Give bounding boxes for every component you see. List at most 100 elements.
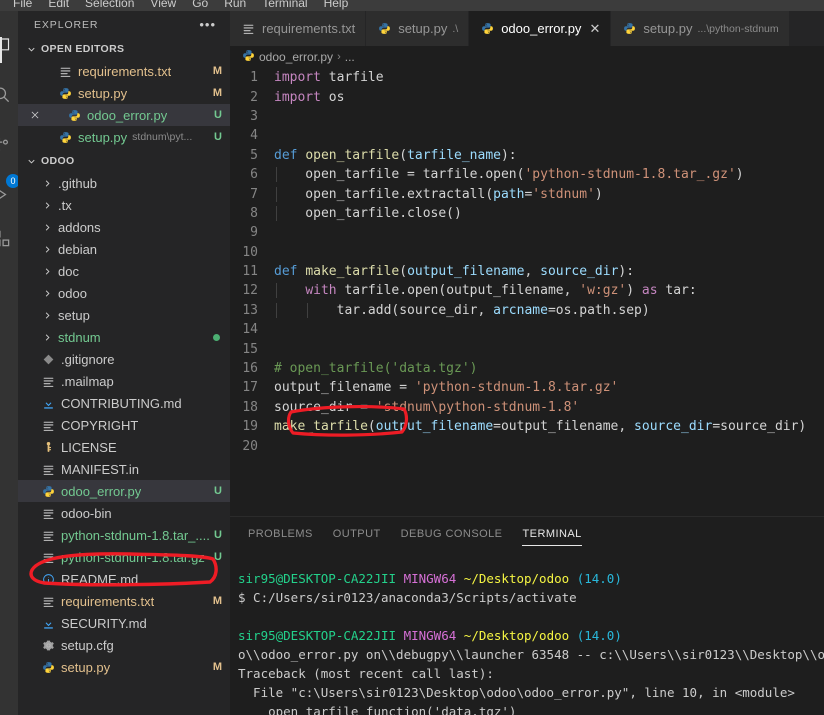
git-status-badge: M: [212, 595, 222, 607]
python-icon: [57, 87, 74, 100]
indent-guide: [276, 186, 277, 202]
editor-tab[interactable]: odoo_error.py ✕: [469, 11, 612, 46]
tree-file-item[interactable]: setup.py M: [18, 656, 230, 678]
tree-file-item[interactable]: .gitignore: [18, 348, 230, 370]
source-control-icon[interactable]: [0, 129, 16, 159]
tree-item-label: python-stdnum-1.8.tar.gz: [61, 549, 205, 565]
open-editor-item[interactable]: requirements.txt M: [18, 60, 230, 82]
python-icon: [621, 22, 638, 35]
tree-file-item[interactable]: LICENSE: [18, 436, 230, 458]
code-token: tarfile: [320, 70, 384, 86]
terminal-text: ~/Desktop/odoo: [463, 571, 577, 586]
tree-folder-item[interactable]: odoo: [18, 282, 230, 304]
sidebar-more-actions-icon[interactable]: •••: [199, 18, 216, 31]
menu-help[interactable]: Help: [316, 0, 357, 11]
tree-file-item[interactable]: COPYRIGHT: [18, 414, 230, 436]
menu-go[interactable]: Go: [184, 0, 216, 11]
text-file-icon: [240, 22, 257, 35]
code-editor[interactable]: 1 import tarfile 2 import os 3 4 5 def open_tar…: [230, 68, 824, 516]
code-token: (: [367, 419, 376, 435]
tree-item-label: odoo: [58, 285, 87, 301]
tree-folder-item[interactable]: setup: [18, 304, 230, 326]
chevron-right-icon: [40, 200, 54, 211]
editor-tab[interactable]: requirements.txt: [230, 11, 367, 46]
code-line: 6 open_tarfile = tarfile.open('python-st…: [230, 165, 824, 184]
workspace-header[interactable]: ODOO: [18, 150, 230, 172]
explorer-icon[interactable]: [0, 29, 16, 59]
python-icon: [40, 485, 57, 498]
menu-view[interactable]: View: [142, 0, 184, 11]
python-icon: [479, 22, 496, 35]
code-token: tarfile.open(output_filename,: [336, 283, 580, 299]
line-number: 7: [250, 186, 258, 202]
python-icon: [57, 131, 74, 144]
editor-tab[interactable]: setup.py .\: [366, 11, 470, 46]
panel-tab-output[interactable]: OUTPUT: [323, 517, 391, 552]
search-icon[interactable]: [0, 79, 16, 109]
open-editors-header[interactable]: OPEN EDITORS: [18, 38, 230, 60]
terminal-text: o\\odoo_error.py on\\debugpy\\launcher 6…: [238, 647, 824, 662]
line-number: 14: [242, 322, 258, 338]
menu-terminal[interactable]: Terminal: [254, 0, 315, 11]
indent-guide: [276, 167, 277, 183]
git-status-badge: M: [212, 87, 222, 99]
tree-file-item[interactable]: setup.cfg: [18, 634, 230, 656]
tree-folder-item[interactable]: addons: [18, 216, 230, 238]
breadcrumb-file[interactable]: odoo_error.py: [259, 50, 333, 64]
workspace-label: ODOO: [41, 155, 75, 167]
tree-folder-item[interactable]: .tx: [18, 194, 230, 216]
tree-file-item[interactable]: python-stdnum-1.8.tar_.... U: [18, 524, 230, 546]
terminal-text: $ C:/Users/sir0123/anaconda3/Scripts/act…: [238, 590, 577, 605]
code-token: # open_tarfile('data.tgz'): [274, 361, 478, 377]
terminal-text: MINGW64: [403, 628, 464, 643]
panel-tab-bar: PROBLEMS OUTPUT DEBUG CONSOLE TERMINAL: [230, 517, 824, 552]
open-editor-item[interactable]: odoo_error.py U: [18, 104, 230, 126]
sidebar-title-bar: EXPLORER •••: [18, 11, 230, 38]
tree-item-label: setup: [58, 307, 90, 323]
open-editor-label: setup.py: [78, 85, 128, 101]
terminal-output[interactable]: sir95@DESKTOP-CA22JII MINGW64 ~/Desktop/…: [230, 552, 824, 715]
tree-file-item[interactable]: odoo_error.py U: [18, 480, 230, 502]
tree-folder-item[interactable]: stdnum: [18, 326, 230, 348]
menu-selection[interactable]: Selection: [77, 0, 142, 11]
code-text: open_tarfile = tarfile.open('python-stdn…: [274, 167, 824, 183]
tree-file-item[interactable]: odoo-bin: [18, 502, 230, 524]
tree-folder-item[interactable]: doc: [18, 260, 230, 282]
tree-item-label: setup.py: [61, 659, 111, 675]
close-icon[interactable]: [27, 108, 42, 123]
tree-folder-item[interactable]: debian: [18, 238, 230, 260]
editor-tab-label: odoo_error.py: [501, 21, 582, 36]
close-icon[interactable]: ✕: [589, 22, 600, 35]
tree-file-item[interactable]: README.md: [18, 568, 230, 590]
tree-item-label: odoo-bin: [61, 505, 112, 521]
tree-folder-item[interactable]: .github: [18, 172, 230, 194]
open-editor-item[interactable]: setup.py M: [18, 82, 230, 104]
menu-file[interactable]: File: [5, 0, 40, 11]
menu-edit[interactable]: Edit: [40, 0, 77, 11]
tree-item-label: addons: [58, 219, 101, 235]
tree-file-item[interactable]: MANIFEST.in: [18, 458, 230, 480]
tree-item-label: requirements.txt: [61, 593, 155, 609]
panel-tab-terminal[interactable]: TERMINAL: [512, 517, 591, 552]
terminal-text: File "c:\Users\sir0123\Desktop\odoo\odoo…: [238, 685, 795, 700]
menu-run[interactable]: Run: [216, 0, 254, 11]
indent-guide: [276, 302, 277, 318]
tree-file-item[interactable]: python-stdnum-1.8.tar.gz U: [18, 546, 230, 568]
tree-file-item[interactable]: SECURITY.md: [18, 612, 230, 634]
panel-tab-debug-console[interactable]: DEBUG CONSOLE: [391, 517, 513, 552]
tree-file-item[interactable]: CONTRIBUTING.md: [18, 392, 230, 414]
extensions-icon[interactable]: [0, 223, 16, 253]
editor-tab[interactable]: setup.py ...\python-stdnum: [611, 11, 790, 46]
panel-tab-problems[interactable]: PROBLEMS: [238, 517, 323, 552]
code-line: 8 open_tarfile.close(): [230, 204, 824, 223]
tree-item-label: SECURITY.md: [61, 615, 147, 631]
tree-item-label: .gitignore: [61, 351, 115, 367]
terminal-line: sir95@DESKTOP-CA22JII MINGW64 ~/Desktop/…: [238, 628, 824, 647]
open-editor-item[interactable]: setup.py stdnum\pyt... U: [18, 126, 230, 148]
tree-file-item[interactable]: requirements.txt M: [18, 590, 230, 612]
gitignore-icon: [40, 353, 57, 366]
tree-file-item[interactable]: .mailmap: [18, 370, 230, 392]
breadcrumb-tail[interactable]: ...: [345, 50, 355, 64]
terminal-text: open_tarfile_function('data.tgz'): [238, 704, 517, 715]
